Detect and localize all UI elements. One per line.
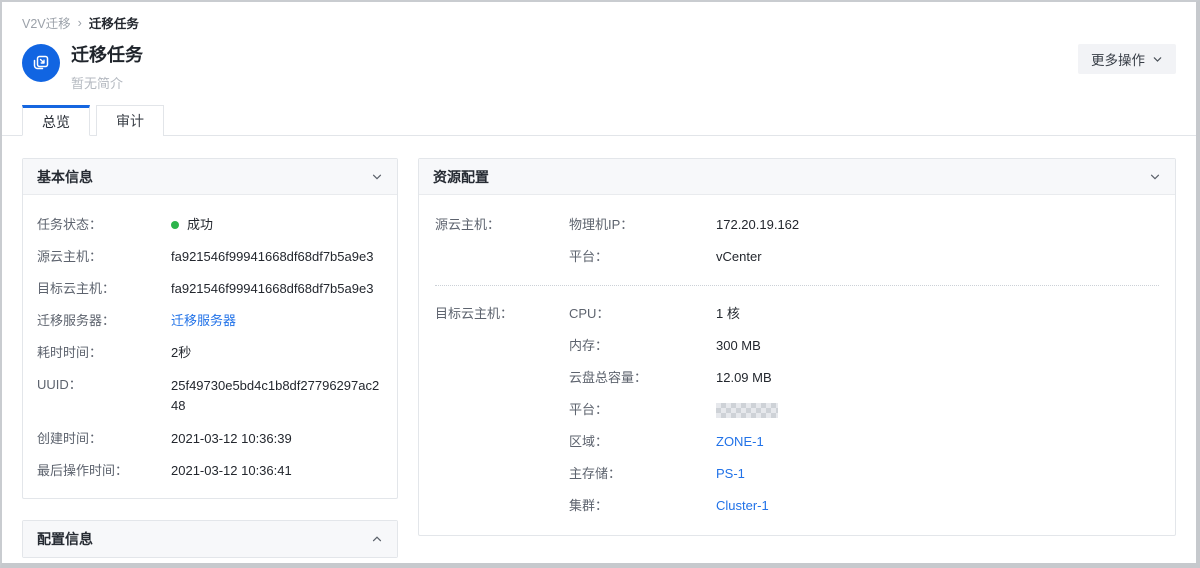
basic-info-card: 基本信息 任务状态： 成功 源云主机： fa921546f99941668df6…	[22, 158, 398, 499]
field-label: 源云主机：	[37, 248, 171, 266]
field-label: 平台：	[569, 401, 716, 419]
tabbar: 总览 审计	[2, 105, 1196, 136]
table-row: 迁移服务器： 迁移服务器	[37, 312, 383, 330]
table-row: 创建时间： 2021-03-12 10:36:39	[37, 430, 383, 448]
breadcrumb-separator: ›	[78, 16, 82, 30]
tab-audit[interactable]: 审计	[96, 105, 164, 136]
primary-storage-link[interactable]: PS-1	[716, 466, 745, 481]
table-row: 源云主机： fa921546f99941668df68df7b5a9e3	[37, 248, 383, 266]
basic-info-card-header: 基本信息	[23, 159, 397, 195]
group-label: 源云主机：	[435, 216, 569, 280]
field-label: 集群：	[569, 497, 716, 515]
field-label: UUID：	[37, 376, 171, 416]
migration-task-icon	[22, 44, 60, 82]
disk-capacity-value: 12.09 MB	[716, 369, 772, 387]
field-label: 主存储：	[569, 465, 716, 483]
page-title: 迁移任务	[71, 44, 143, 66]
table-row: CPU： 1 核	[569, 305, 1159, 323]
field-label: 目标云主机：	[37, 280, 171, 298]
table-row: 耗时时间： 2秒	[37, 344, 383, 362]
tab-overview[interactable]: 总览	[22, 105, 90, 136]
table-row: 集群： Cluster-1	[569, 497, 1159, 515]
more-actions-button[interactable]: 更多操作	[1078, 44, 1176, 74]
table-row: 平台： vCenter	[569, 248, 1159, 266]
target-vm-group: 目标云主机： CPU： 1 核 内存： 300 MB 云盘总容量： 12.09	[435, 305, 1159, 529]
dotted-divider	[435, 285, 1159, 286]
config-info-card: 配置信息	[22, 520, 398, 558]
field-label: 内存：	[569, 337, 716, 355]
resource-config-card: 资源配置 源云主机： 物理机IP： 172.20.19.162 平台：	[418, 158, 1176, 536]
table-row: 内存： 300 MB	[569, 337, 1159, 355]
table-row: UUID： 25f49730e5bd4c1b8df27796297ac248	[37, 376, 383, 416]
table-row: 目标云主机： fa921546f99941668df68df7b5a9e3	[37, 280, 383, 298]
status-dot-icon	[171, 221, 179, 229]
page-header: 迁移任务 暂无简介 更多操作	[2, 40, 1196, 92]
field-label: CPU：	[569, 305, 716, 323]
breadcrumb-parent[interactable]: V2V迁移	[22, 13, 71, 32]
field-label: 物理机IP：	[569, 216, 716, 234]
resource-config-card-header: 资源配置	[419, 159, 1175, 195]
field-label: 迁移服务器：	[37, 312, 171, 330]
basic-info-title: 基本信息	[37, 167, 93, 187]
table-row: 区域： ZONE-1	[569, 433, 1159, 451]
table-row: 平台：	[569, 401, 1159, 419]
source-vm-value: fa921546f99941668df68df7b5a9e3	[171, 248, 383, 266]
collapse-chevron-up-icon[interactable]	[371, 533, 383, 545]
status-badge: 成功	[171, 216, 383, 234]
table-row: 主存储： PS-1	[569, 465, 1159, 483]
zone-link[interactable]: ZONE-1	[716, 434, 764, 449]
table-row: 物理机IP： 172.20.19.162	[569, 216, 1159, 234]
resource-config-title: 资源配置	[433, 167, 489, 187]
field-label: 云盘总容量：	[569, 369, 716, 387]
duration-value: 2秒	[171, 344, 383, 362]
table-row: 最后操作时间： 2021-03-12 10:36:41	[37, 462, 383, 480]
target-vm-value: fa921546f99941668df68df7b5a9e3	[171, 280, 383, 298]
chevron-down-icon	[1152, 54, 1163, 65]
collapse-chevron-down-icon[interactable]	[371, 171, 383, 183]
field-label: 最后操作时间：	[37, 462, 171, 480]
field-label: 创建时间：	[37, 430, 171, 448]
migration-server-link[interactable]: 迁移服务器	[171, 313, 236, 328]
redacted-platform-value	[716, 403, 778, 418]
breadcrumb-current: 迁移任务	[89, 13, 139, 32]
more-actions-label: 更多操作	[1091, 49, 1145, 69]
page-subtitle: 暂无简介	[71, 73, 143, 92]
config-info-title: 配置信息	[37, 529, 93, 549]
config-info-card-header: 配置信息	[23, 521, 397, 557]
field-label: 区域：	[569, 433, 716, 451]
table-row: 云盘总容量： 12.09 MB	[569, 369, 1159, 387]
last-op-time-value: 2021-03-12 10:36:41	[171, 462, 383, 480]
source-vm-group: 源云主机： 物理机IP： 172.20.19.162 平台： vCenter	[435, 216, 1159, 280]
uuid-value: 25f49730e5bd4c1b8df27796297ac248	[171, 376, 383, 416]
cluster-link[interactable]: Cluster-1	[716, 498, 769, 513]
collapse-chevron-down-icon[interactable]	[1149, 171, 1161, 183]
breadcrumb: V2V迁移 › 迁移任务	[2, 2, 1196, 40]
field-label: 任务状态：	[37, 216, 171, 234]
field-label: 平台：	[569, 248, 716, 266]
content-area: 基本信息 任务状态： 成功 源云主机： fa921546f99941668df6…	[2, 136, 1196, 558]
table-row: 任务状态： 成功	[37, 216, 383, 234]
field-label: 耗时时间：	[37, 344, 171, 362]
group-label: 目标云主机：	[435, 305, 569, 529]
create-time-value: 2021-03-12 10:36:39	[171, 430, 383, 448]
physical-ip-value: 172.20.19.162	[716, 216, 799, 234]
source-platform-value: vCenter	[716, 248, 762, 266]
memory-value: 300 MB	[716, 337, 761, 355]
cpu-value: 1 核	[716, 305, 740, 323]
